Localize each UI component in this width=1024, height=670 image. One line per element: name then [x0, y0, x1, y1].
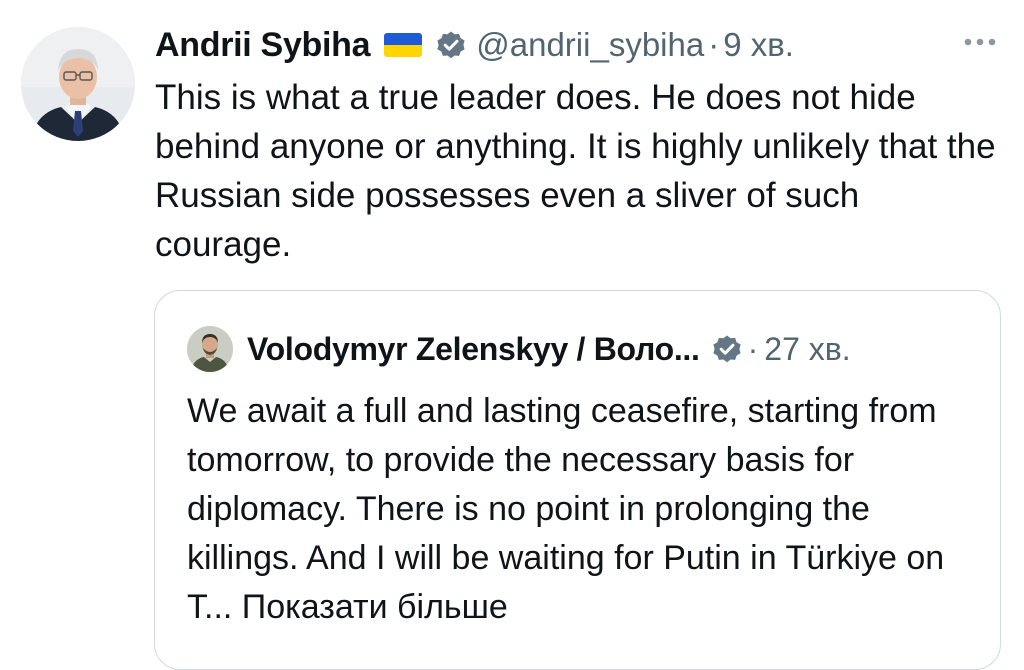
verified-badge-icon — [436, 30, 466, 60]
separator-dot: · — [708, 26, 720, 63]
quoted-tweet-card[interactable]: Volodymyr Zelenskyy / Воло... · 27 хв. W… — [154, 290, 1001, 670]
show-more-link[interactable]: Показати більше — [242, 588, 508, 626]
tweet-header: Andrii Sybiha @andrii_sybiha · 9 хв. — [155, 22, 794, 68]
author-avatar[interactable] — [21, 27, 135, 141]
author-handle[interactable]: @andrii_sybiha — [476, 26, 704, 64]
quoted-author-name[interactable]: Volodymyr Zelenskyy / Воло... — [247, 331, 700, 368]
more-options-icon[interactable] — [962, 35, 998, 47]
author-name[interactable]: Andrii Sybiha — [155, 26, 371, 65]
quoted-tweet-header: Volodymyr Zelenskyy / Воло... · 27 хв. — [187, 325, 851, 373]
quoted-separator-dot: · — [747, 330, 759, 367]
ukraine-flag-icon — [384, 33, 423, 57]
quoted-tweet-text: We await a full and lasting ceasefire, s… — [187, 387, 987, 632]
tweet-text: This is what a true leader does. He does… — [155, 78, 996, 264]
tweet-timestamp[interactable]: 9 хв. — [723, 26, 794, 64]
quoted-tweet-timestamp[interactable]: 27 хв. — [764, 331, 850, 368]
quoted-verified-badge-icon — [712, 334, 742, 364]
quoted-author-avatar[interactable] — [187, 326, 233, 372]
